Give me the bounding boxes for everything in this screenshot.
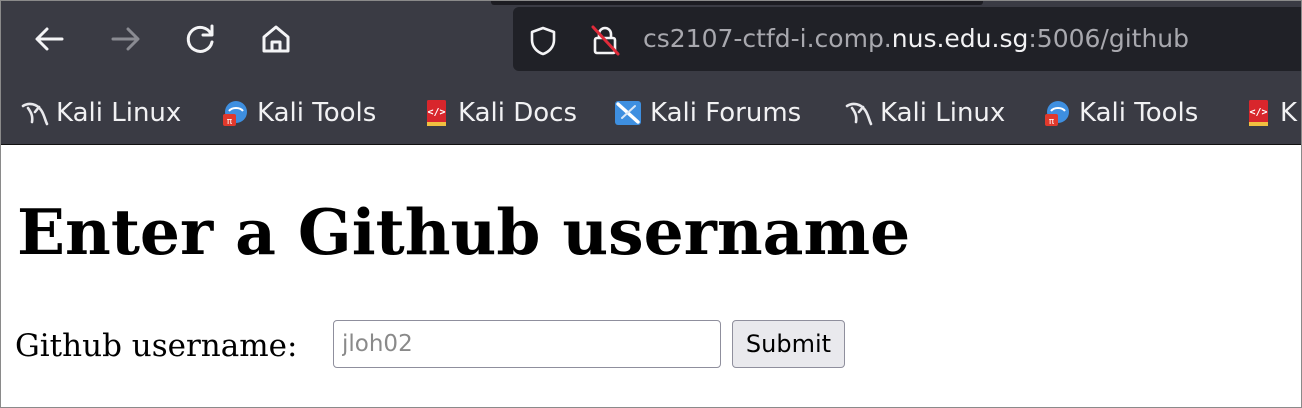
bookmarks-toolbar: Kali Linux π Kali Tools </> Kali Docs Ka… <box>1 81 1301 145</box>
bookmark-label: Kali Linux <box>56 98 182 128</box>
username-input[interactable] <box>333 320 721 368</box>
bookmark-kali-tools[interactable]: π Kali Tools <box>220 95 376 131</box>
bookmark-kali-docs-2[interactable]: </> K <box>1243 95 1297 131</box>
page-title: Enter a Github username <box>17 195 911 269</box>
kali-tools-icon: π <box>1042 98 1072 128</box>
bookmark-kali-tools-2[interactable]: π Kali Tools <box>1042 95 1198 131</box>
kali-forums-icon <box>613 98 643 128</box>
reload-icon <box>186 24 214 53</box>
forward-button[interactable] <box>104 17 148 61</box>
kali-dragon-icon <box>19 98 49 128</box>
url-suffix: :5006/github <box>1028 24 1190 53</box>
bookmark-label: Kali Linux <box>880 98 1006 128</box>
username-label: Github username: <box>15 328 298 364</box>
url-host: nus.edu.sg <box>891 24 1029 53</box>
address-bar[interactable]: cs2107-ctfd-i.comp.nus.edu.sg:5006/githu… <box>513 7 1301 71</box>
kali-docs-icon: </> <box>421 98 451 128</box>
browser-window: cs2107-ctfd-i.comp.nus.edu.sg:5006/githu… <box>0 0 1302 408</box>
page-content: Enter a Github username Github username:… <box>1 146 1301 407</box>
tab-strip-edge <box>491 1 983 5</box>
svg-text:</>: </> <box>1249 107 1267 118</box>
bookmark-label: Kali Forums <box>650 98 802 128</box>
bookmark-label: K <box>1280 98 1298 128</box>
kali-tools-icon: π <box>220 98 250 128</box>
svg-text:</>: </> <box>427 107 445 118</box>
bookmark-kali-docs[interactable]: </> Kali Docs <box>421 95 577 131</box>
bookmark-label: Kali Tools <box>1079 98 1199 128</box>
home-icon <box>262 25 290 53</box>
bookmark-kali-forums[interactable]: Kali Forums <box>613 95 801 131</box>
svg-text:π: π <box>227 117 233 127</box>
bookmark-kali-linux-2[interactable]: Kali Linux <box>843 95 1005 131</box>
reload-button[interactable] <box>179 17 223 61</box>
tracking-protection-shield-icon[interactable] <box>529 26 557 56</box>
bookmark-kali-linux[interactable]: Kali Linux <box>19 95 181 131</box>
bookmark-label: Kali Tools <box>257 98 377 128</box>
arrow-left-icon <box>35 27 64 51</box>
home-button[interactable] <box>254 17 298 61</box>
insecure-lock-icon[interactable] <box>588 23 622 57</box>
url-prefix: cs2107-ctfd-i.comp. <box>643 24 892 53</box>
kali-docs-icon: </> <box>1243 98 1273 128</box>
kali-dragon-icon <box>843 98 873 128</box>
back-button[interactable] <box>27 17 71 61</box>
url-text[interactable]: cs2107-ctfd-i.comp.nus.edu.sg:5006/githu… <box>643 23 1189 55</box>
bookmark-label: Kali Docs <box>458 98 578 128</box>
navigation-toolbar: cs2107-ctfd-i.comp.nus.edu.sg:5006/githu… <box>1 1 1301 81</box>
svg-text:π: π <box>1049 117 1055 127</box>
submit-button[interactable]: Submit <box>732 320 845 368</box>
arrow-right-icon <box>111 27 140 51</box>
